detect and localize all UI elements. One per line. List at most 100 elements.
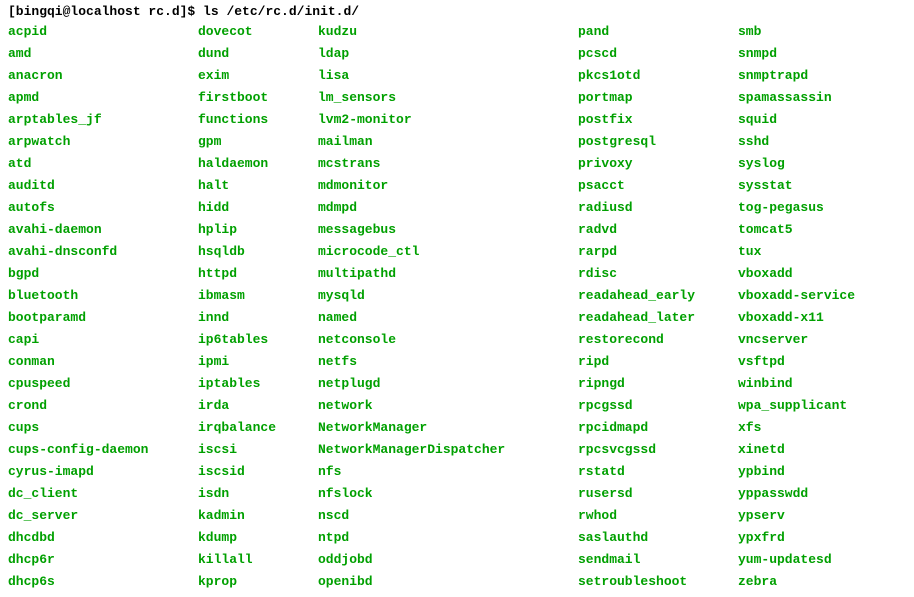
prompt-line: [bingqi@localhost rc.d]$ ls /etc/rc.d/in… (8, 4, 906, 19)
file-entry: ypxfrd (738, 527, 898, 549)
column-1: acpidamdanacronapmdarptables_jfarpwatcha… (8, 21, 198, 593)
file-entry: tomcat5 (738, 219, 898, 241)
file-entry: netconsole (318, 329, 578, 351)
file-entry: portmap (578, 87, 738, 109)
shell-prompt: [bingqi@localhost rc.d]$ (8, 4, 203, 19)
file-entry: microcode_ctl (318, 241, 578, 263)
file-entry: NetworkManagerDispatcher (318, 439, 578, 461)
file-entry: messagebus (318, 219, 578, 241)
file-entry: rstatd (578, 461, 738, 483)
file-entry: ripd (578, 351, 738, 373)
file-entry: oddjobd (318, 549, 578, 571)
file-entry: snmpd (738, 43, 898, 65)
file-entry: sysstat (738, 175, 898, 197)
file-entry: vboxadd-x11 (738, 307, 898, 329)
ls-output: acpidamdanacronapmdarptables_jfarpwatcha… (8, 21, 906, 593)
file-entry: lisa (318, 65, 578, 87)
file-entry: syslog (738, 153, 898, 175)
file-entry: mdmonitor (318, 175, 578, 197)
file-entry: xfs (738, 417, 898, 439)
file-entry: irqbalance (198, 417, 318, 439)
file-entry: snmptrapd (738, 65, 898, 87)
file-entry: kadmin (198, 505, 318, 527)
file-entry: readahead_later (578, 307, 738, 329)
file-entry: restorecond (578, 329, 738, 351)
file-entry: rpcsvcgssd (578, 439, 738, 461)
file-entry: ypserv (738, 505, 898, 527)
command-text: ls /etc/rc.d/init.d/ (203, 4, 359, 19)
file-entry: vsftpd (738, 351, 898, 373)
file-entry: mailman (318, 131, 578, 153)
file-entry: auditd (8, 175, 198, 197)
file-entry: smb (738, 21, 898, 43)
file-entry: postfix (578, 109, 738, 131)
file-entry: cups (8, 417, 198, 439)
file-entry: psacct (578, 175, 738, 197)
file-entry: rpcidmapd (578, 417, 738, 439)
file-entry: ipmi (198, 351, 318, 373)
file-entry: nfslock (318, 483, 578, 505)
file-entry: iptables (198, 373, 318, 395)
file-entry: named (318, 307, 578, 329)
file-entry: dhcdbd (8, 527, 198, 549)
file-entry: irda (198, 395, 318, 417)
column-4: pandpcscdpkcs1otdportmappostfixpostgresq… (578, 21, 738, 593)
file-entry: mcstrans (318, 153, 578, 175)
file-entry: ldap (318, 43, 578, 65)
file-entry: radiusd (578, 197, 738, 219)
column-3: kudzuldaplisalm_sensorslvm2-monitormailm… (318, 21, 578, 593)
file-entry: killall (198, 549, 318, 571)
file-entry: autofs (8, 197, 198, 219)
file-entry: cpuspeed (8, 373, 198, 395)
file-entry: lvm2-monitor (318, 109, 578, 131)
file-entry: pand (578, 21, 738, 43)
file-entry: vboxadd-service (738, 285, 898, 307)
file-entry: conman (8, 351, 198, 373)
file-entry: tog-pegasus (738, 197, 898, 219)
file-entry: nfs (318, 461, 578, 483)
file-entry: network (318, 395, 578, 417)
file-entry: pcscd (578, 43, 738, 65)
file-entry: sendmail (578, 549, 738, 571)
file-entry: openibd (318, 571, 578, 593)
file-entry: innd (198, 307, 318, 329)
file-entry: sshd (738, 131, 898, 153)
file-entry: spamassassin (738, 87, 898, 109)
file-entry: saslauthd (578, 527, 738, 549)
file-entry: rdisc (578, 263, 738, 285)
file-entry: atd (8, 153, 198, 175)
file-entry: anacron (8, 65, 198, 87)
file-entry: apmd (8, 87, 198, 109)
file-entry: vboxadd (738, 263, 898, 285)
column-5: smbsnmpdsnmptrapdspamassassinsquidsshdsy… (738, 21, 898, 593)
file-entry: bluetooth (8, 285, 198, 307)
file-entry: netfs (318, 351, 578, 373)
file-entry: dhcp6s (8, 571, 198, 593)
file-entry: radvd (578, 219, 738, 241)
file-entry: rarpd (578, 241, 738, 263)
file-entry: ntpd (318, 527, 578, 549)
file-entry: hsqldb (198, 241, 318, 263)
file-entry: hplip (198, 219, 318, 241)
file-entry: avahi-daemon (8, 219, 198, 241)
file-entry: dhcp6r (8, 549, 198, 571)
file-entry: arptables_jf (8, 109, 198, 131)
file-entry: capi (8, 329, 198, 351)
file-entry: exim (198, 65, 318, 87)
file-entry: kdump (198, 527, 318, 549)
file-entry: bootparamd (8, 307, 198, 329)
file-entry: yum-updatesd (738, 549, 898, 571)
file-entry: netplugd (318, 373, 578, 395)
file-entry: functions (198, 109, 318, 131)
file-entry: acpid (8, 21, 198, 43)
file-entry: cups-config-daemon (8, 439, 198, 461)
file-entry: arpwatch (8, 131, 198, 153)
file-entry: cyrus-imapd (8, 461, 198, 483)
file-entry: gpm (198, 131, 318, 153)
file-entry: httpd (198, 263, 318, 285)
file-entry: dc_server (8, 505, 198, 527)
file-entry: NetworkManager (318, 417, 578, 439)
file-entry: dc_client (8, 483, 198, 505)
file-entry: crond (8, 395, 198, 417)
file-entry: postgresql (578, 131, 738, 153)
